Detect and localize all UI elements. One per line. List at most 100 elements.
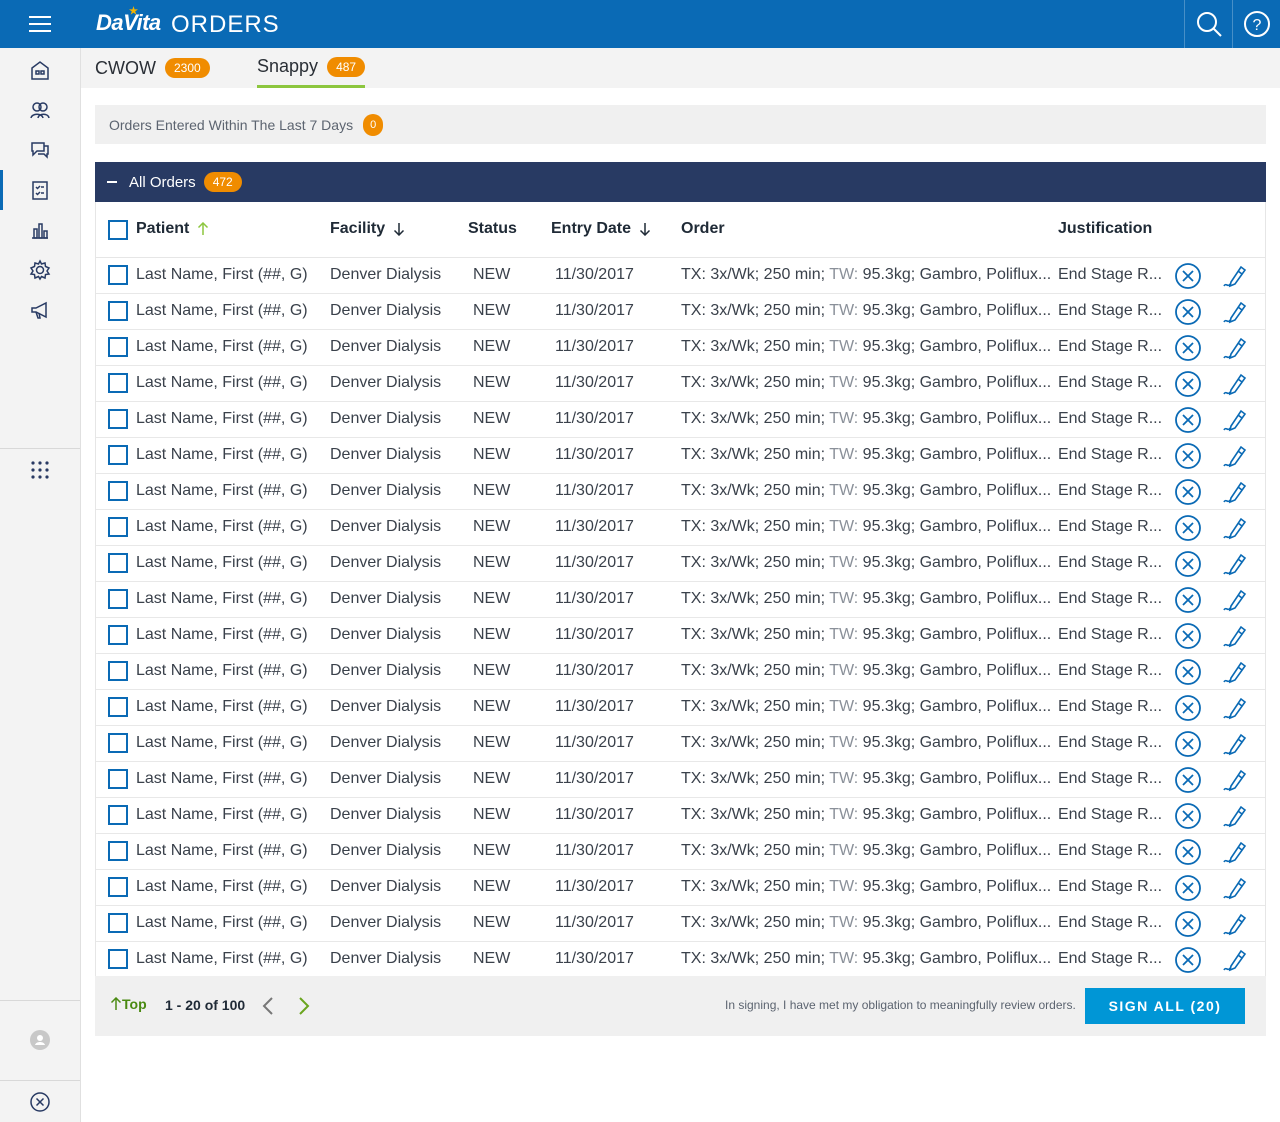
sign-order-button[interactable]	[1220, 513, 1250, 543]
patient-cell[interactable]: Last Name, First (##, G)	[136, 878, 321, 896]
sidebar-item-home[interactable]	[0, 50, 80, 90]
cancel-order-button[interactable]	[1173, 621, 1203, 651]
table-row[interactable]: Last Name, First (##, G) Denver Dialysis N…	[96, 906, 1265, 942]
sign-order-button[interactable]	[1220, 369, 1250, 399]
sign-order-button[interactable]	[1220, 693, 1250, 723]
table-row[interactable]: Last Name, First (##, G) Denver Dialysis N…	[96, 762, 1265, 798]
sign-order-button[interactable]	[1220, 297, 1250, 327]
order-cell[interactable]: TX: 3x/Wk; 250 min; TW: 95.3kg; Gambro, …	[681, 482, 1053, 500]
table-row[interactable]: Last Name, First (##, G) Denver Dialysis N…	[96, 654, 1265, 690]
table-row[interactable]: Last Name, First (##, G) Denver Dialysis N…	[96, 618, 1265, 654]
sign-order-button[interactable]	[1220, 765, 1250, 795]
cancel-order-button[interactable]	[1173, 441, 1203, 471]
order-cell[interactable]: TX: 3x/Wk; 250 min; TW: 95.3kg; Gambro, …	[681, 770, 1053, 788]
back-to-top-link[interactable]: Top	[110, 996, 147, 1012]
sidebar-item-settings[interactable]	[0, 250, 80, 290]
all-orders-group-header[interactable]: All Orders 472	[95, 162, 1266, 202]
cancel-order-button[interactable]	[1173, 477, 1203, 507]
row-checkbox[interactable]	[108, 625, 128, 645]
cancel-order-button[interactable]	[1173, 549, 1203, 579]
patient-cell[interactable]: Last Name, First (##, G)	[136, 698, 321, 716]
column-header-entry-date[interactable]: Entry Date	[551, 220, 651, 238]
order-cell[interactable]: TX: 3x/Wk; 250 min; TW: 95.3kg; Gambro, …	[681, 878, 1053, 896]
sign-all-button[interactable]: SIGN ALL (20)	[1085, 988, 1245, 1024]
sign-order-button[interactable]	[1220, 405, 1250, 435]
sign-order-button[interactable]	[1220, 657, 1250, 687]
cancel-order-button[interactable]	[1173, 765, 1203, 795]
sidebar-close-button[interactable]	[0, 1082, 80, 1122]
table-row[interactable]: Last Name, First (##, G) Denver Dialysis N…	[96, 870, 1265, 906]
select-all-checkbox[interactable]	[108, 220, 128, 240]
order-cell[interactable]: TX: 3x/Wk; 250 min; TW: 95.3kg; Gambro, …	[681, 446, 1053, 464]
cancel-order-button[interactable]	[1173, 909, 1203, 939]
sidebar-user-button[interactable]	[0, 1020, 80, 1060]
patient-cell[interactable]: Last Name, First (##, G)	[136, 806, 321, 824]
patient-cell[interactable]: Last Name, First (##, G)	[136, 734, 321, 752]
order-cell[interactable]: TX: 3x/Wk; 250 min; TW: 95.3kg; Gambro, …	[681, 842, 1053, 860]
tab-cwow[interactable]: CWOW 2300	[95, 48, 210, 88]
sign-order-button[interactable]	[1220, 801, 1250, 831]
patient-cell[interactable]: Last Name, First (##, G)	[136, 410, 321, 428]
sign-order-button[interactable]	[1220, 945, 1250, 975]
sign-order-button[interactable]	[1220, 837, 1250, 867]
row-checkbox[interactable]	[108, 589, 128, 609]
table-row[interactable]: Last Name, First (##, G) Denver Dialysis N…	[96, 258, 1265, 294]
cancel-order-button[interactable]	[1173, 333, 1203, 363]
order-cell[interactable]: TX: 3x/Wk; 250 min; TW: 95.3kg; Gambro, …	[681, 734, 1053, 752]
order-cell[interactable]: TX: 3x/Wk; 250 min; TW: 95.3kg; Gambro, …	[681, 914, 1053, 932]
row-checkbox[interactable]	[108, 913, 128, 933]
sign-order-button[interactable]	[1220, 261, 1250, 291]
row-checkbox[interactable]	[108, 409, 128, 429]
search-button[interactable]	[1184, 0, 1232, 48]
cancel-order-button[interactable]	[1173, 693, 1203, 723]
patient-cell[interactable]: Last Name, First (##, G)	[136, 590, 321, 608]
order-cell[interactable]: TX: 3x/Wk; 250 min; TW: 95.3kg; Gambro, …	[681, 518, 1053, 536]
row-checkbox[interactable]	[108, 373, 128, 393]
row-checkbox[interactable]	[108, 661, 128, 681]
order-cell[interactable]: TX: 3x/Wk; 250 min; TW: 95.3kg; Gambro, …	[681, 266, 1053, 284]
patient-cell[interactable]: Last Name, First (##, G)	[136, 266, 321, 284]
sign-order-button[interactable]	[1220, 333, 1250, 363]
tab-snappy[interactable]: Snappy 487	[257, 48, 366, 88]
row-checkbox[interactable]	[108, 445, 128, 465]
order-cell[interactable]: TX: 3x/Wk; 250 min; TW: 95.3kg; Gambro, …	[681, 374, 1053, 392]
table-row[interactable]: Last Name, First (##, G) Denver Dialysis N…	[96, 726, 1265, 762]
table-row[interactable]: Last Name, First (##, G) Denver Dialysis N…	[96, 330, 1265, 366]
sidebar-apps-button[interactable]	[0, 450, 80, 490]
cancel-order-button[interactable]	[1173, 261, 1203, 291]
row-checkbox[interactable]	[108, 337, 128, 357]
sign-order-button[interactable]	[1220, 729, 1250, 759]
row-checkbox[interactable]	[108, 517, 128, 537]
table-row[interactable]: Last Name, First (##, G) Denver Dialysis N…	[96, 474, 1265, 510]
sign-order-button[interactable]	[1220, 585, 1250, 615]
table-row[interactable]: Last Name, First (##, G) Denver Dialysis N…	[96, 438, 1265, 474]
hamburger-menu-button[interactable]	[0, 0, 80, 48]
table-row[interactable]: Last Name, First (##, G) Denver Dialysis N…	[96, 942, 1265, 978]
order-cell[interactable]: TX: 3x/Wk; 250 min; TW: 95.3kg; Gambro, …	[681, 662, 1053, 680]
row-checkbox[interactable]	[108, 265, 128, 285]
table-row[interactable]: Last Name, First (##, G) Denver Dialysis N…	[96, 546, 1265, 582]
patient-cell[interactable]: Last Name, First (##, G)	[136, 374, 321, 392]
row-checkbox[interactable]	[108, 733, 128, 753]
cancel-order-button[interactable]	[1173, 801, 1203, 831]
patient-cell[interactable]: Last Name, First (##, G)	[136, 626, 321, 644]
patient-cell[interactable]: Last Name, First (##, G)	[136, 554, 321, 572]
next-page-button[interactable]	[292, 994, 316, 1018]
cancel-order-button[interactable]	[1173, 657, 1203, 687]
brand-logo[interactable]: ★ DaVita	[96, 6, 161, 36]
recent-orders-group[interactable]: Orders Entered Within The Last 7 Days 0	[95, 105, 1266, 144]
help-button[interactable]: ?	[1232, 0, 1280, 48]
cancel-order-button[interactable]	[1173, 945, 1203, 975]
column-header-facility[interactable]: Facility	[330, 220, 405, 238]
sign-order-button[interactable]	[1220, 549, 1250, 579]
row-checkbox[interactable]	[108, 805, 128, 825]
sidebar-item-messages[interactable]	[0, 130, 80, 170]
sign-order-button[interactable]	[1220, 441, 1250, 471]
sign-order-button[interactable]	[1220, 909, 1250, 939]
table-row[interactable]: Last Name, First (##, G) Denver Dialysis N…	[96, 366, 1265, 402]
patient-cell[interactable]: Last Name, First (##, G)	[136, 338, 321, 356]
patient-cell[interactable]: Last Name, First (##, G)	[136, 518, 321, 536]
order-cell[interactable]: TX: 3x/Wk; 250 min; TW: 95.3kg; Gambro, …	[681, 626, 1053, 644]
order-cell[interactable]: TX: 3x/Wk; 250 min; TW: 95.3kg; Gambro, …	[681, 338, 1053, 356]
table-row[interactable]: Last Name, First (##, G) Denver Dialysis N…	[96, 582, 1265, 618]
